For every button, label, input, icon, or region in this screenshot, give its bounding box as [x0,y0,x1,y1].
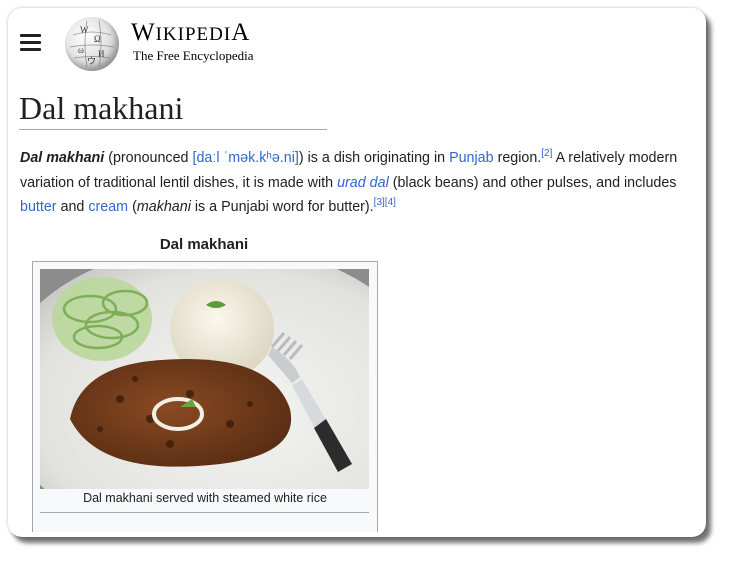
infobox: Dal makhani served with steamed white ri… [32,261,378,532]
svg-text:W: W [80,25,89,35]
hamburger-menu-icon[interactable] [20,34,42,52]
article-term: Dal makhani [20,150,105,166]
punjab-link[interactable]: Punjab [449,150,494,166]
infobox-title: Dal makhani [159,236,249,253]
globe-puzzle-icon: W Ω ω И ウ [69,20,115,68]
butter-link[interactable]: butter [20,199,57,215]
page-title: Dal makhani [19,88,327,130]
cream-link[interactable]: cream [88,199,128,215]
food-plate-image [40,269,369,489]
svg-text:ω: ω [78,45,84,55]
svg-text:Ω: Ω [94,34,101,44]
site-name: WIKIPEDIA [131,19,251,46]
wikipedia-globe-icon[interactable]: W Ω ω И ウ [65,17,119,71]
ipa-link[interactable]: [daːl ˈmək.kʰə.ni] [192,150,298,166]
makhani-term: makhani [136,199,191,215]
caption-divider [40,512,369,513]
article-lead-paragraph: Dal makhani (pronounced [daːl ˈmək.kʰə.n… [20,148,678,215]
reference-2-link[interactable]: [2] [541,148,552,159]
svg-text:И: И [98,49,105,59]
image-caption: Dal makhani served with steamed white ri… [83,491,327,505]
reference-3-link[interactable]: [3] [374,197,385,208]
wikipedia-wordmark[interactable]: WIKIPEDIA The Free Encyclopedia [131,19,254,64]
site-tagline: The Free Encyclopedia [133,48,254,63]
dal-makhani-photo[interactable] [40,269,369,489]
browser-window: W Ω ω И ウ WIKIPEDIA The Free Encyclopedi… [8,8,706,537]
urad-dal-link[interactable]: urad dal [337,175,389,191]
reference-4-link[interactable]: [4] [385,197,396,208]
svg-text:ウ: ウ [87,56,96,66]
